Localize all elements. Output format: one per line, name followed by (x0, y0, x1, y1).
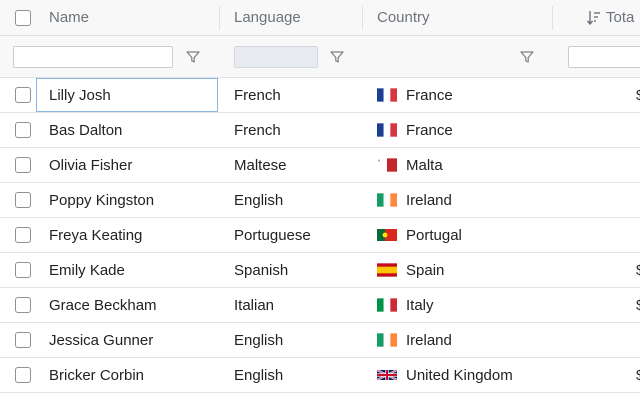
country-cell[interactable]: Malta (364, 148, 552, 182)
country-name: Portugal (406, 226, 462, 244)
total-cell[interactable]: $ (552, 358, 640, 392)
country-name: France (406, 121, 453, 139)
column-header-name[interactable]: Name (36, 0, 218, 35)
table-row[interactable]: Bas Dalton French France (0, 113, 640, 148)
name-cell[interactable]: Poppy Kingston (36, 183, 218, 217)
column-header-country[interactable]: Country (364, 0, 552, 35)
name-cell[interactable]: Bricker Corbin (36, 358, 218, 392)
total-cell[interactable]: $ (552, 288, 640, 322)
data-grid: Name Language Country Tota Lilly Josh Fr… (0, 0, 640, 402)
row-checkbox[interactable] (15, 367, 31, 383)
table-row[interactable]: Bricker Corbin English United Kingdom $ (0, 358, 640, 393)
row-checkbox[interactable] (15, 262, 31, 278)
country-cell[interactable]: United Kingdom (364, 358, 552, 392)
country-cell[interactable]: France (364, 78, 552, 112)
language-cell[interactable]: French (220, 78, 364, 112)
france-flag-icon (377, 123, 397, 137)
row-checkbox[interactable] (15, 227, 31, 243)
ireland-flag-icon (377, 333, 397, 347)
language-cell[interactable]: English (220, 183, 364, 217)
total-cell[interactable] (552, 113, 640, 147)
total-cell[interactable]: $ (552, 78, 640, 112)
language-cell[interactable]: French (220, 113, 364, 147)
grid-filter-row (0, 36, 640, 78)
name-cell[interactable]: Bas Dalton (36, 113, 218, 147)
row-checkbox[interactable] (15, 87, 31, 103)
column-resize-handle[interactable] (362, 6, 363, 30)
column-header-country-label: Country (377, 9, 430, 26)
country-name: Malta (406, 156, 443, 174)
column-header-name-label: Name (49, 9, 90, 26)
table-row[interactable]: Olivia Fisher Maltese Malta (0, 148, 640, 183)
language-cell[interactable]: Maltese (220, 148, 364, 182)
language-cell[interactable]: Italian (220, 288, 364, 322)
table-row[interactable]: Grace Beckham Italian Italy $ (0, 288, 640, 323)
spain-flag-icon (377, 263, 397, 277)
name-cell[interactable]: Lilly Josh (36, 78, 218, 112)
filter-icon[interactable] (330, 50, 344, 64)
column-header-language[interactable]: Language (220, 0, 364, 35)
row-checkbox[interactable] (15, 192, 31, 208)
country-cell[interactable]: Italy (364, 288, 552, 322)
italy-flag-icon (377, 298, 397, 312)
table-row[interactable]: Jessica Gunner English Ireland (0, 323, 640, 358)
country-cell[interactable]: Portugal (364, 218, 552, 252)
country-name: Ireland (406, 331, 452, 349)
row-checkbox[interactable] (15, 157, 31, 173)
country-cell[interactable]: Spain (364, 253, 552, 287)
grid-header-row: Name Language Country Tota (0, 0, 640, 36)
name-cell[interactable]: Jessica Gunner (36, 323, 218, 357)
language-cell[interactable]: English (220, 323, 364, 357)
name-cell[interactable]: Emily Kade (36, 253, 218, 287)
filter-icon[interactable] (186, 50, 200, 64)
country-name: United Kingdom (406, 366, 513, 384)
language-cell[interactable]: Spanish (220, 253, 364, 287)
language-cell[interactable]: Portuguese (220, 218, 364, 252)
table-row[interactable]: Poppy Kingston English Ireland (0, 183, 640, 218)
column-header-total[interactable]: Tota (552, 0, 640, 35)
name-cell[interactable]: Olivia Fisher (36, 148, 218, 182)
row-checkbox[interactable] (15, 122, 31, 138)
portugal-flag-icon (377, 229, 397, 241)
name-cell[interactable]: Grace Beckham (36, 288, 218, 322)
country-cell[interactable]: France (364, 113, 552, 147)
uk-flag-icon (377, 369, 397, 381)
total-cell[interactable] (552, 183, 640, 217)
row-checkbox[interactable] (15, 297, 31, 313)
total-filter-input[interactable] (568, 46, 640, 68)
table-row[interactable]: Freya Keating Portuguese Portugal (0, 218, 640, 253)
row-checkbox[interactable] (15, 332, 31, 348)
table-row[interactable]: Emily Kade Spanish Spain $ (0, 253, 640, 288)
total-cell[interactable] (552, 218, 640, 252)
sort-ascending-icon (587, 11, 600, 26)
column-header-language-label: Language (234, 9, 301, 26)
country-name: France (406, 86, 453, 104)
ireland-flag-icon (377, 193, 397, 207)
table-row[interactable]: Lilly Josh French France $ (0, 78, 640, 113)
filter-icon[interactable] (520, 50, 534, 64)
country-cell[interactable]: Ireland (364, 323, 552, 357)
total-cell[interactable] (552, 323, 640, 357)
france-flag-icon (377, 88, 397, 102)
name-cell[interactable]: Freya Keating (36, 218, 218, 252)
language-filter-input[interactable] (234, 46, 318, 68)
malta-flag-icon (377, 158, 397, 172)
select-all-checkbox[interactable] (15, 9, 31, 26)
name-filter-input[interactable] (13, 46, 173, 68)
total-cell[interactable]: $ (552, 253, 640, 287)
country-name: Ireland (406, 191, 452, 209)
country-name: Spain (406, 261, 445, 279)
country-cell[interactable]: Ireland (364, 183, 552, 217)
language-cell[interactable]: English (220, 358, 364, 392)
total-cell[interactable] (552, 148, 640, 182)
country-name: Italy (406, 296, 434, 314)
